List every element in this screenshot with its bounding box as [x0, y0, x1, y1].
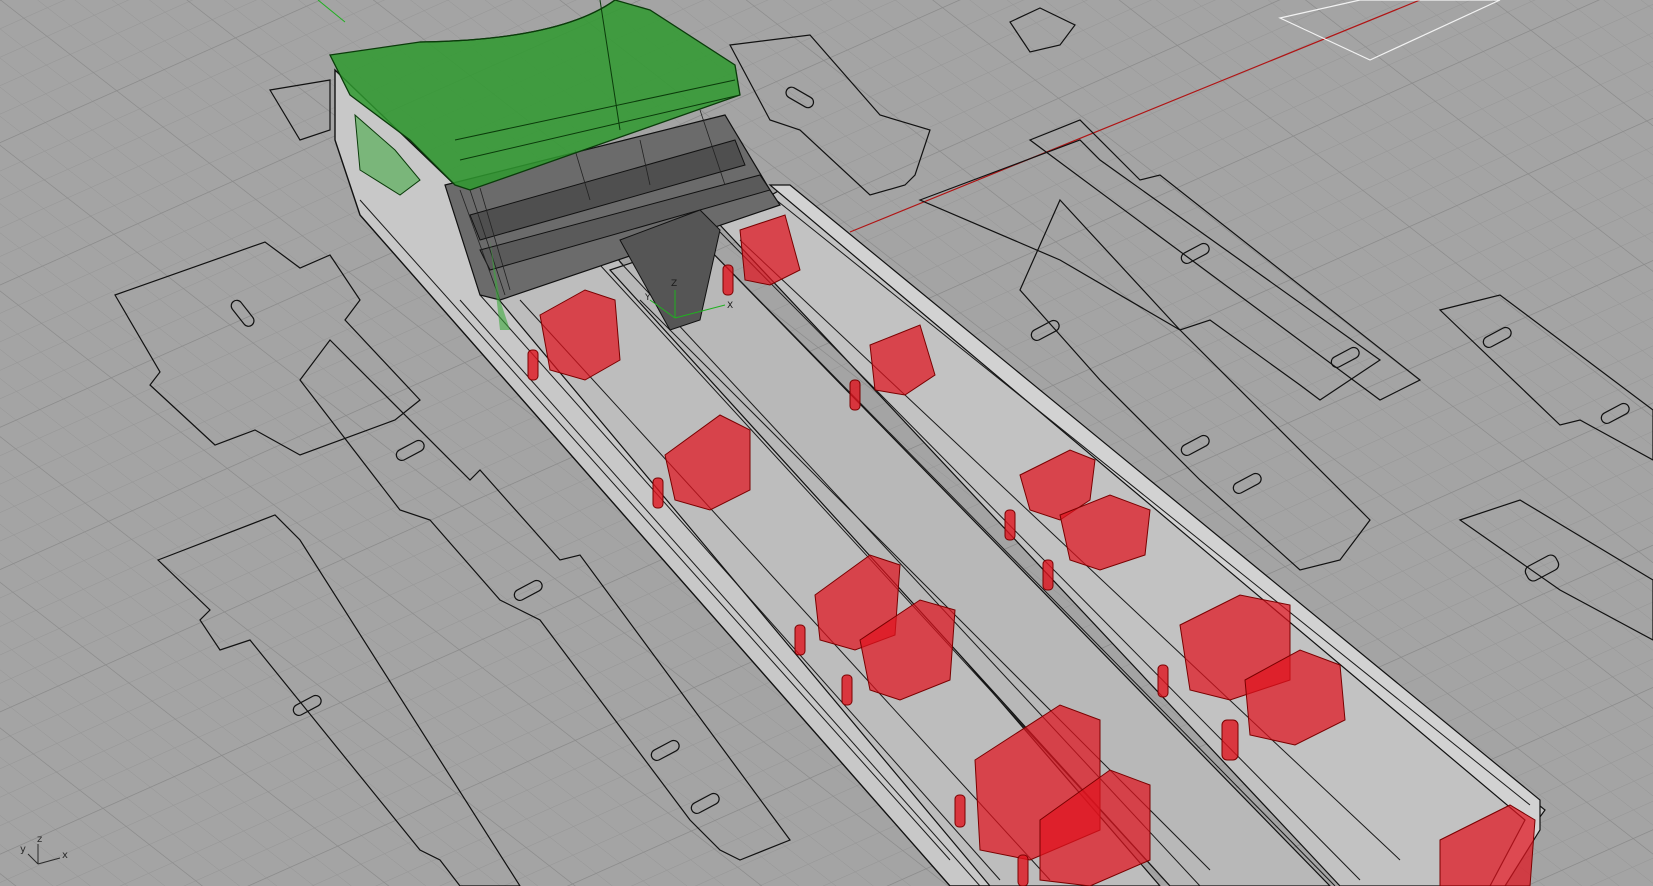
axis-label-z: z: [37, 834, 43, 845]
gizmo-label-x: X: [727, 301, 733, 311]
red-tab: [841, 674, 853, 706]
red-tab: [1042, 559, 1054, 591]
red-tab: [1157, 664, 1169, 698]
red-tab: [527, 349, 539, 381]
red-tab: [794, 624, 806, 656]
perspective-viewport[interactable]: Z Y X z y x: [0, 0, 1653, 886]
axis-label-x: x: [62, 850, 68, 861]
viewport-scene[interactable]: Z Y X: [0, 0, 1653, 886]
world-axis-icon: z y x: [14, 834, 74, 872]
red-tab: [849, 379, 861, 411]
axis-label-y: y: [20, 844, 26, 855]
red-tab: [722, 264, 734, 296]
red-tab: [954, 794, 966, 828]
red-tab: [1017, 854, 1029, 886]
gizmo-label-z: Z: [671, 279, 677, 289]
gizmo-label-y: Y: [644, 293, 651, 303]
red-tab: [1004, 509, 1016, 541]
red-tab: [1221, 719, 1239, 761]
red-tab: [652, 477, 664, 509]
